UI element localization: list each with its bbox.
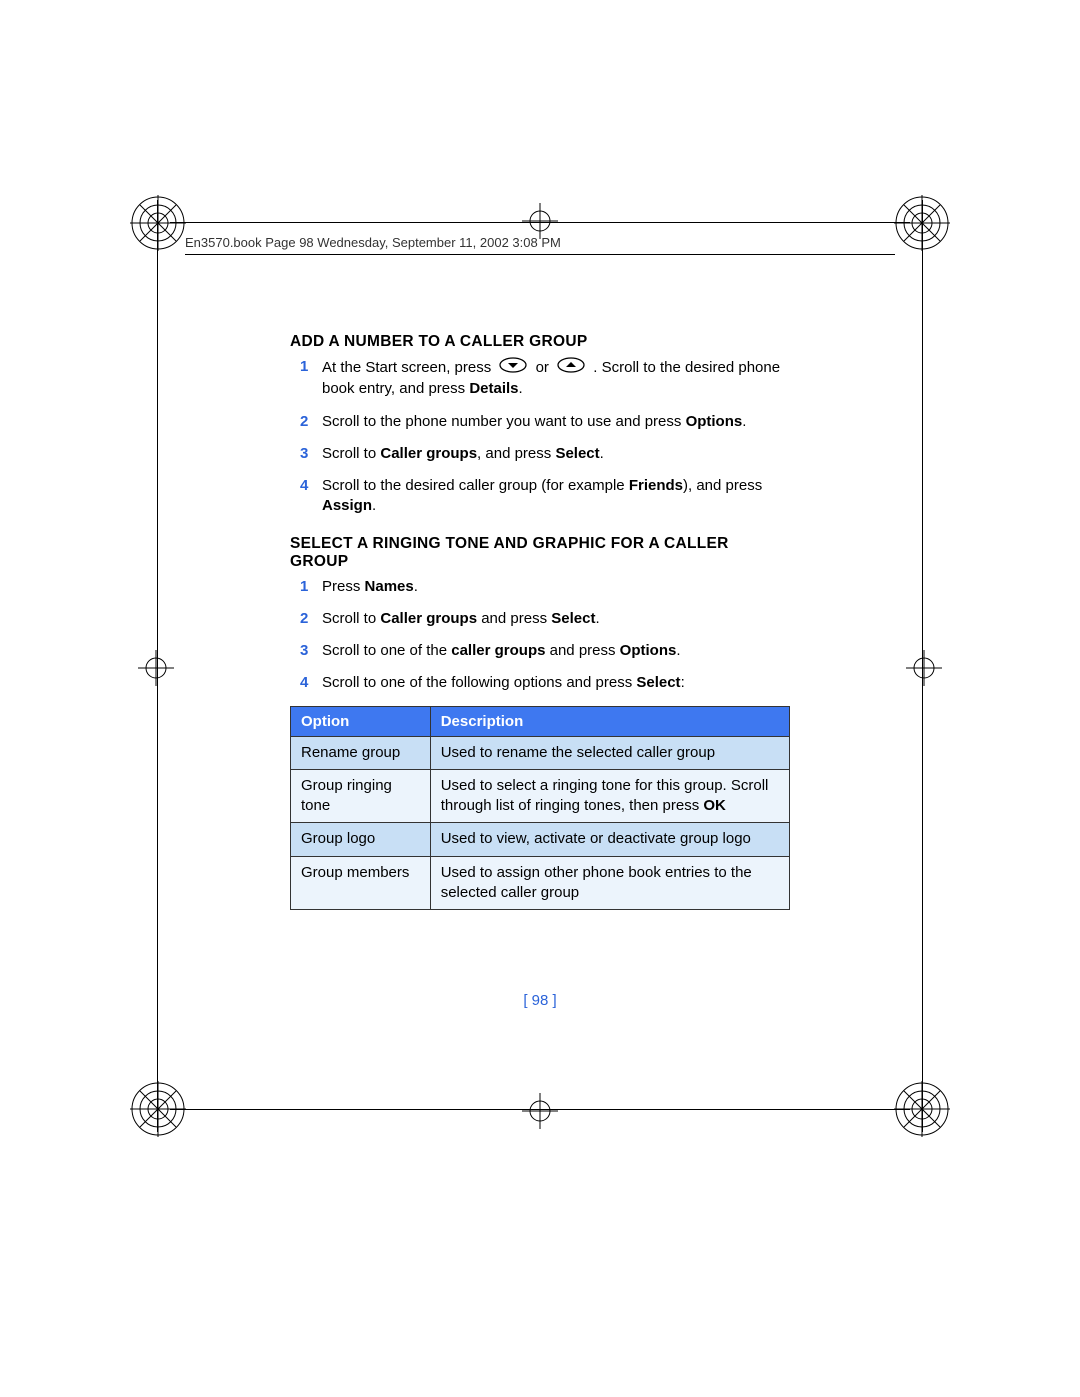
- bold-text: Select: [555, 445, 599, 462]
- description-cell: Used to view, activate or deactivate gro…: [430, 823, 789, 856]
- bold-text: Names: [365, 578, 414, 595]
- step-text: Press Names.: [322, 577, 790, 597]
- bold-text: Select: [636, 674, 680, 691]
- text: Press: [322, 578, 365, 595]
- bold-text: OK: [703, 797, 726, 814]
- step-number: 4: [300, 476, 322, 517]
- table-header-row: Option Description: [291, 706, 790, 736]
- page-header: En3570.book Page 98 Wednesday, September…: [185, 235, 895, 255]
- text: .: [676, 642, 680, 659]
- down-arrow-icon: [499, 357, 527, 379]
- option-cell: Group ringing tone: [291, 769, 431, 823]
- text: and press: [477, 610, 551, 627]
- trim-line-top: [170, 222, 910, 223]
- step-number: 4: [300, 673, 322, 693]
- options-table: Option Description Rename group Used to …: [290, 706, 790, 911]
- step-number: 1: [300, 577, 322, 597]
- table-row: Group members Used to assign other phone…: [291, 856, 790, 910]
- option-cell: Group logo: [291, 823, 431, 856]
- step-text: Scroll to the desired caller group (for …: [322, 476, 790, 517]
- step-item: 2 Scroll to Caller groups and press Sele…: [300, 609, 790, 629]
- step-number: 2: [300, 609, 322, 629]
- step-text: At the Start screen, press or . Scroll t…: [322, 357, 790, 400]
- step-text: Scroll to the phone number you want to u…: [322, 412, 790, 432]
- step-text: Scroll to one of the caller groups and p…: [322, 641, 790, 661]
- text: , and press: [477, 445, 555, 462]
- crosshair-top: [522, 203, 558, 239]
- page-content: ADD A NUMBER TO A CALLER GROUP 1 At the …: [290, 315, 790, 910]
- bold-text: Friends: [629, 477, 683, 494]
- text: Scroll to one of the following options a…: [322, 674, 636, 691]
- text: ), and press: [683, 477, 762, 494]
- text: .: [519, 380, 523, 397]
- up-arrow-icon: [557, 357, 585, 379]
- bold-text: Details: [469, 380, 518, 397]
- step-item: 2 Scroll to the phone number you want to…: [300, 412, 790, 432]
- page-number: [ 98 ]: [0, 992, 1080, 1009]
- step-item: 3 Scroll to one of the caller groups and…: [300, 641, 790, 661]
- text: .: [742, 413, 746, 430]
- table-header-option: Option: [291, 706, 431, 736]
- bold-text: Options: [686, 413, 743, 430]
- text: Scroll to the phone number you want to u…: [322, 413, 686, 430]
- text: :: [681, 674, 685, 691]
- section1-heading: ADD A NUMBER TO A CALLER GROUP: [290, 333, 790, 351]
- table-row: Group ringing tone Used to select a ring…: [291, 769, 790, 823]
- text: Scroll to one of the: [322, 642, 451, 659]
- step-item: 4 Scroll to the desired caller group (fo…: [300, 476, 790, 517]
- crosshair-bottom: [522, 1093, 558, 1129]
- step-item: 1 Press Names.: [300, 577, 790, 597]
- step-number: 1: [300, 357, 322, 400]
- text: .: [414, 578, 418, 595]
- bold-text: Caller groups: [380, 610, 477, 627]
- text: .: [372, 497, 376, 514]
- crosshair-left: [138, 650, 174, 686]
- trim-line-bottom: [170, 1109, 910, 1110]
- bold-text: Options: [620, 642, 677, 659]
- step-text: Scroll to Caller groups and press Select…: [322, 609, 790, 629]
- step-text: Scroll to Caller groups, and press Selec…: [322, 444, 790, 464]
- step-item: 4 Scroll to one of the following options…: [300, 673, 790, 693]
- text: Scroll to: [322, 610, 380, 627]
- text: Scroll to the desired caller group (for …: [322, 477, 629, 494]
- table-row: Rename group Used to rename the selected…: [291, 736, 790, 769]
- step-number: 3: [300, 641, 322, 661]
- step-number: 2: [300, 412, 322, 432]
- bold-text: Caller groups: [380, 445, 477, 462]
- option-cell: Rename group: [291, 736, 431, 769]
- step-item: 3 Scroll to Caller groups, and press Sel…: [300, 444, 790, 464]
- text: .: [595, 610, 599, 627]
- step-text: Scroll to one of the following options a…: [322, 673, 790, 693]
- bold-text: Select: [551, 610, 595, 627]
- option-cell: Group members: [291, 856, 431, 910]
- text: and press: [545, 642, 619, 659]
- step-item: 1 At the Start screen, press or . Scroll…: [300, 357, 790, 400]
- table-row: Group logo Used to view, activate or dea…: [291, 823, 790, 856]
- description-cell: Used to assign other phone book entries …: [430, 856, 789, 910]
- text: At the Start screen, press: [322, 359, 495, 376]
- section2-steps: 1 Press Names. 2 Scroll to Caller groups…: [300, 577, 790, 694]
- text: .: [600, 445, 604, 462]
- section1-steps: 1 At the Start screen, press or . Scroll…: [300, 357, 790, 517]
- step-number: 3: [300, 444, 322, 464]
- section2-heading: SELECT A RINGING TONE AND GRAPHIC FOR A …: [290, 535, 790, 571]
- description-cell: Used to rename the selected caller group: [430, 736, 789, 769]
- bold-text: Assign: [322, 497, 372, 514]
- crop-mark-top-left: [130, 195, 186, 251]
- crosshair-right: [906, 650, 942, 686]
- description-cell: Used to select a ringing tone for this g…: [430, 769, 789, 823]
- bold-text: caller groups: [451, 642, 545, 659]
- text: Scroll to: [322, 445, 380, 462]
- text: or: [536, 359, 554, 376]
- table-header-description: Description: [430, 706, 789, 736]
